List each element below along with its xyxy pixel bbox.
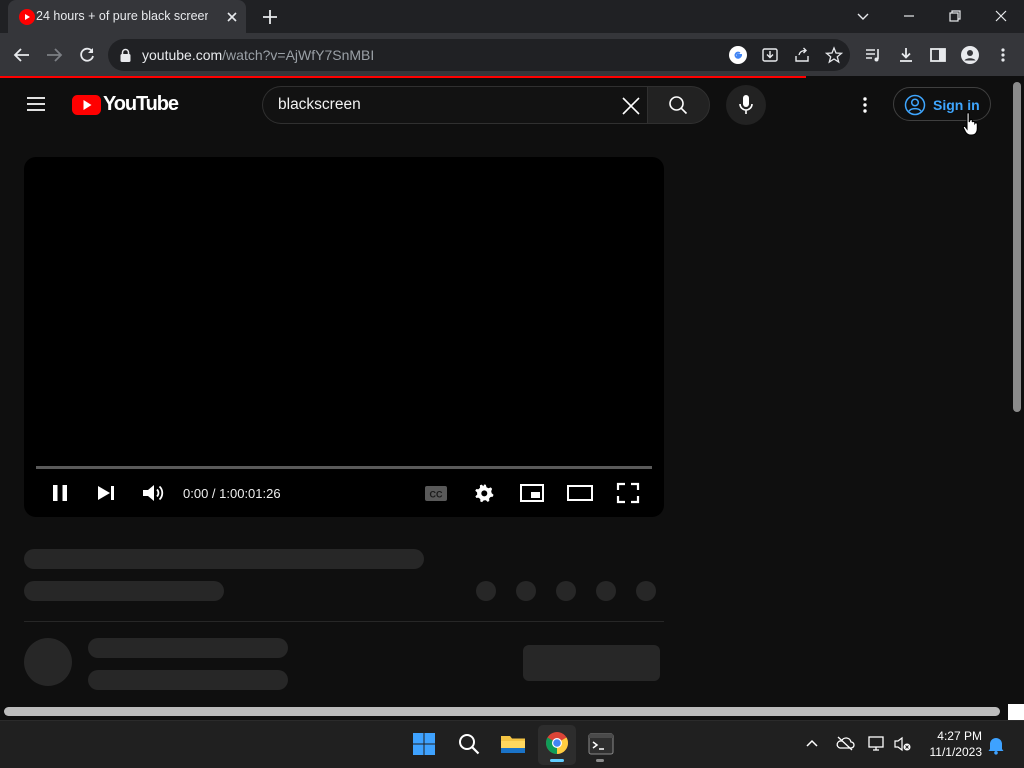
youtube-logo-text: YouTube (103, 93, 179, 115)
channel-subs-skeleton (88, 670, 288, 690)
closed-captions-icon[interactable]: CC (424, 483, 448, 503)
title-skeleton (24, 549, 424, 569)
profile-icon[interactable] (961, 46, 979, 64)
bookmark-star-icon[interactable] (825, 46, 843, 64)
next-video-icon[interactable] (95, 483, 117, 503)
side-panel-icon[interactable] (929, 46, 947, 64)
subscribe-button-skeleton (523, 645, 660, 681)
downloads-icon[interactable] (897, 46, 915, 64)
settings-gear-icon[interactable] (472, 481, 496, 505)
channel-name-skeleton (88, 638, 288, 658)
windows-start-icon[interactable] (412, 732, 436, 756)
tab-search-chevron-icon[interactable] (855, 8, 871, 24)
terminal-icon[interactable] (588, 733, 614, 755)
notification-bell-icon[interactable] (987, 735, 1005, 755)
youtube-favicon-icon (19, 9, 35, 25)
window-close-icon[interactable] (993, 8, 1009, 24)
search-icon (668, 95, 688, 115)
tab-title: 24 hours + of pure black screen (36, 9, 208, 23)
url-text[interactable]: youtube.com/watch?v=AjWfY7SnMBI (142, 47, 374, 63)
theater-mode-icon[interactable] (566, 483, 594, 503)
url-host: youtube.com (142, 47, 223, 63)
video-time-display: 0:00 / 1:00:01:26 (183, 486, 281, 501)
search-query-text[interactable]: blackscreen (278, 96, 361, 114)
action-skeleton (636, 581, 656, 601)
taskbar-search-icon[interactable] (457, 732, 481, 756)
new-tab-icon[interactable] (261, 8, 279, 26)
microphone-icon (737, 94, 755, 116)
hamburger-menu-icon[interactable] (26, 95, 46, 113)
file-explorer-icon[interactable] (500, 732, 526, 756)
chrome-icon[interactable] (545, 731, 569, 755)
reload-icon[interactable] (77, 45, 97, 65)
active-app-indicator (550, 759, 564, 762)
fullscreen-icon[interactable] (616, 482, 640, 504)
meta-skeleton (24, 581, 224, 601)
lock-icon[interactable] (119, 48, 132, 63)
restore-icon[interactable] (947, 8, 963, 24)
google-lens-icon[interactable] (729, 46, 747, 64)
media-control-icon[interactable] (864, 46, 882, 64)
mouse-pointer-hand-icon (962, 111, 980, 137)
channel-avatar-skeleton (24, 638, 72, 686)
action-skeleton (516, 581, 536, 601)
video-progress-bar[interactable] (36, 466, 652, 469)
miniplayer-icon[interactable] (519, 482, 545, 504)
page-load-progress (0, 76, 806, 78)
clock-time[interactable]: 4:27 PM (924, 729, 982, 743)
speaker-muted-icon[interactable] (893, 735, 913, 753)
horizontal-scrollbar-thumb[interactable] (4, 707, 1000, 716)
network-icon[interactable] (867, 735, 887, 753)
onedrive-icon[interactable] (835, 735, 855, 751)
settings-kebab-icon[interactable] (855, 95, 875, 115)
account-circle-icon (904, 94, 926, 116)
install-app-icon[interactable] (761, 46, 779, 64)
pause-icon[interactable] (50, 483, 70, 503)
svg-text:CC: CC (430, 490, 443, 500)
tab-close-icon[interactable] (224, 9, 240, 25)
action-skeleton (596, 581, 616, 601)
forward-arrow-icon[interactable] (44, 45, 64, 65)
clear-search-icon[interactable] (620, 95, 642, 117)
action-skeleton (476, 581, 496, 601)
video-player[interactable] (24, 157, 664, 517)
divider (24, 621, 664, 622)
back-arrow-icon[interactable] (12, 45, 32, 65)
chrome-menu-icon[interactable] (994, 46, 1012, 64)
volume-icon[interactable] (141, 482, 165, 504)
clock-date[interactable]: 11/1/2023 (920, 745, 983, 759)
scrollbar-corner (1008, 704, 1024, 720)
minimize-icon[interactable] (901, 8, 917, 24)
running-app-indicator (596, 759, 604, 762)
url-path: /watch?v=AjWfY7SnMBI (222, 47, 375, 63)
share-icon[interactable] (793, 46, 811, 64)
action-skeleton (556, 581, 576, 601)
vertical-scrollbar-thumb[interactable] (1013, 82, 1021, 412)
hidden-icons-chevron-icon[interactable] (804, 736, 820, 750)
